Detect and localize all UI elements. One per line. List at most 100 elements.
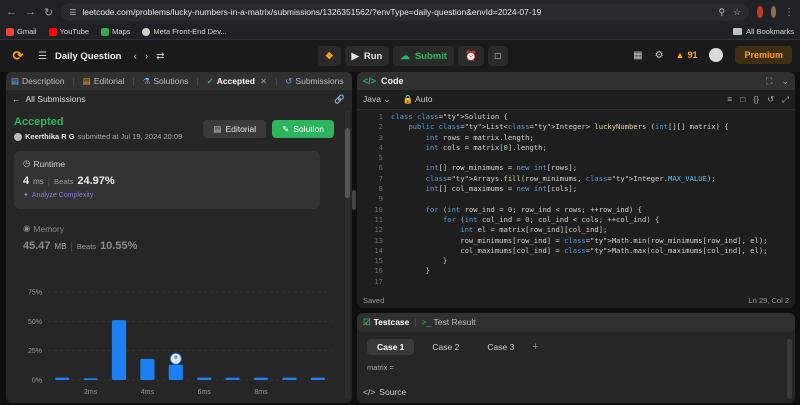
code-line[interactable]: 8 int[] col_maximums = new int[cols]; xyxy=(357,184,795,194)
code-line[interactable]: 5 xyxy=(357,153,795,163)
bookmark-youtube[interactable]: YouTube xyxy=(48,27,89,36)
bookmark-maps[interactable]: Maps xyxy=(101,27,130,36)
bookmark-meta[interactable]: Meta Front-End Dev... xyxy=(142,27,227,36)
gmail-icon xyxy=(6,27,14,36)
code-line[interactable]: 14 col_maximums[col_ind] = class="ty">Ma… xyxy=(357,246,795,256)
debug-button[interactable]: ❖ xyxy=(318,46,341,66)
reload-icon[interactable]: ↻ xyxy=(44,5,53,19)
code-line[interactable]: 16 } xyxy=(357,266,795,276)
testcase-scrollbar[interactable] xyxy=(787,339,792,399)
code-line[interactable]: 3 int rows = matrix.length; xyxy=(357,133,795,143)
code-line[interactable]: 2 public class="ty">List<class="ty">Inte… xyxy=(357,122,795,132)
analyze-complexity-link[interactable]: ✦ Analyze Complexity xyxy=(23,191,311,200)
code-line[interactable]: 9 xyxy=(357,194,795,204)
scrollbar-thumb[interactable] xyxy=(345,128,350,198)
browser-menu-icon[interactable]: ⋮ xyxy=(784,7,794,18)
editorial-button[interactable]: ▤ Editorial xyxy=(203,120,267,138)
share-link-icon[interactable]: 🔗 xyxy=(334,94,345,105)
daily-question-title[interactable]: Daily Question xyxy=(55,51,122,62)
premium-button[interactable]: Premium xyxy=(735,46,792,64)
solution-button[interactable]: ✎ Solution xyxy=(272,120,334,138)
testcase-panel: ☑ Testcase | >_ Test Result Case 1 Case 2… xyxy=(357,313,795,403)
author-name[interactable]: Keerthika R G xyxy=(25,132,75,141)
layout-icon[interactable]: ▦ xyxy=(633,50,642,61)
tab-submissions[interactable]: ↺ Submissions xyxy=(285,76,343,87)
collapse-icon[interactable]: ⌄ xyxy=(781,76,789,87)
timer-button[interactable]: ⏰ xyxy=(458,46,484,66)
chart-bar[interactable] xyxy=(225,377,240,380)
address-bar[interactable]: ☰ leetcode.com/problems/lucky-numbers-in… xyxy=(61,3,750,21)
code-editor[interactable]: 1 class class="ty">Solution {2 public cla… xyxy=(357,112,795,292)
tab-accepted[interactable]: ✓ Accepted ✕ xyxy=(207,76,268,87)
problem-list-icon[interactable]: ☰ xyxy=(38,51,47,62)
panel-splitter[interactable] xyxy=(352,190,356,210)
source-toggle[interactable]: </> Source xyxy=(357,387,412,397)
braces-icon[interactable]: {} xyxy=(753,94,759,105)
chart-bar[interactable] xyxy=(83,378,98,380)
submit-button[interactable]: ☁ Submit xyxy=(393,46,455,66)
url-text[interactable]: leetcode.com/problems/lucky-numbers-in-a… xyxy=(82,7,712,17)
all-submissions-link[interactable]: ← All Submissions 🔗 xyxy=(6,90,352,108)
format-icon[interactable]: ≡ xyxy=(727,94,732,105)
bookmark-icon[interactable]: □ xyxy=(740,94,745,105)
code-line[interactable]: 6 int[] row_minimums = new int[rows]; xyxy=(357,163,795,173)
tab-editorial[interactable]: ▤ Editorial xyxy=(83,76,125,87)
next-problem-icon[interactable]: › xyxy=(145,51,148,62)
bookmark-label: Maps xyxy=(112,27,131,36)
all-bookmarks[interactable]: All Bookmarks xyxy=(733,27,794,36)
chart-bar[interactable] xyxy=(197,377,212,380)
notes-button[interactable]: □ xyxy=(487,46,508,66)
code-line[interactable]: 1 class class="ty">Solution { xyxy=(357,112,795,122)
case-tab-3[interactable]: Case 3 xyxy=(477,339,524,355)
leetcode-logo[interactable]: ⟳ xyxy=(10,48,26,64)
maximize-icon[interactable]: ⛶ xyxy=(766,76,772,87)
tab-solutions[interactable]: ⚗ Solutions xyxy=(143,76,189,87)
chart-bar[interactable] xyxy=(253,377,269,380)
language-select[interactable]: Java ⌄ xyxy=(363,94,390,105)
code-line[interactable]: 15 } xyxy=(357,256,795,266)
code-line[interactable]: 7 class="ty">Arrays.fill(row_minimums, c… xyxy=(357,174,795,184)
close-tab-icon[interactable]: ✕ xyxy=(260,76,267,87)
memory-card[interactable]: ◉ Memory 45.47 MB | Beats 10.55% xyxy=(14,217,320,267)
tab-testcase[interactable]: ☑ Testcase xyxy=(363,317,409,328)
add-case-icon[interactable]: + xyxy=(532,341,538,353)
chart-bar[interactable] xyxy=(55,377,70,380)
run-button[interactable]: ▶ Run xyxy=(344,46,390,66)
code-line[interactable]: 12 int el = matrix[row_ind][col_ind]; xyxy=(357,225,795,235)
tab-test-result[interactable]: >_ Test Result xyxy=(422,317,476,327)
user-avatar[interactable] xyxy=(709,48,724,62)
chart-bar[interactable] xyxy=(140,358,155,380)
profile-avatar[interactable] xyxy=(770,6,776,18)
chart-bar[interactable] xyxy=(168,364,183,380)
chart-bar[interactable] xyxy=(111,320,127,380)
bookmark-gmail[interactable]: Gmail xyxy=(6,27,37,36)
code-line[interactable]: 10 for (int row_ind = 0; row_ind < rows;… xyxy=(357,205,795,215)
chart-bar[interactable] xyxy=(282,377,297,380)
book-icon: ▤ xyxy=(82,75,91,86)
code-line[interactable]: 4 int cols = matrix[0].length; xyxy=(357,143,795,153)
extension-icon[interactable] xyxy=(757,6,763,18)
chart-bar[interactable] xyxy=(310,377,325,380)
case-tab-2[interactable]: Case 2 xyxy=(422,339,469,355)
code-line[interactable]: 11 for (int col_ind = 0; col_ind < cols;… xyxy=(357,215,795,225)
tab-description[interactable]: ▤ Description xyxy=(11,76,65,87)
bookmark-star-icon[interactable]: ☆ xyxy=(733,7,741,18)
case-tab-1[interactable]: Case 1 xyxy=(367,339,415,355)
site-info-icon[interactable]: ☰ xyxy=(69,8,76,17)
runtime-card[interactable]: ◷ Runtime 4 ms | Beats 24.97% ✦ Analyze Co… xyxy=(14,151,320,209)
zoom-icon[interactable]: ⚲ xyxy=(719,7,726,18)
forward-icon[interactable]: → xyxy=(25,5,36,19)
back-icon[interactable]: ← xyxy=(6,5,17,19)
code-line[interactable]: 13 row_minimums[row_ind] = class="ty">Ma… xyxy=(357,236,795,246)
auto-mode[interactable]: 🔒 Auto xyxy=(402,94,432,105)
settings-icon[interactable]: ⚙ xyxy=(655,50,664,61)
code-panel: </> Code ⛶ ⌄ Java ⌄ 🔒 Auto ≡ □ {} ↺ ⤢ 1c… xyxy=(357,72,795,308)
line-number: 12 xyxy=(374,225,383,235)
fullscreen-icon[interactable]: ⤢ xyxy=(782,94,789,105)
code-line[interactable]: 17 xyxy=(357,277,795,287)
streak-counter[interactable]: ▲ 91 xyxy=(676,50,698,60)
reset-icon[interactable]: ↺ xyxy=(767,94,774,105)
shuffle-icon[interactable]: ⇄ xyxy=(156,51,164,62)
prev-problem-icon[interactable]: ‹ xyxy=(133,51,136,62)
code-header: </> Code ⛶ ⌄ xyxy=(357,72,795,90)
